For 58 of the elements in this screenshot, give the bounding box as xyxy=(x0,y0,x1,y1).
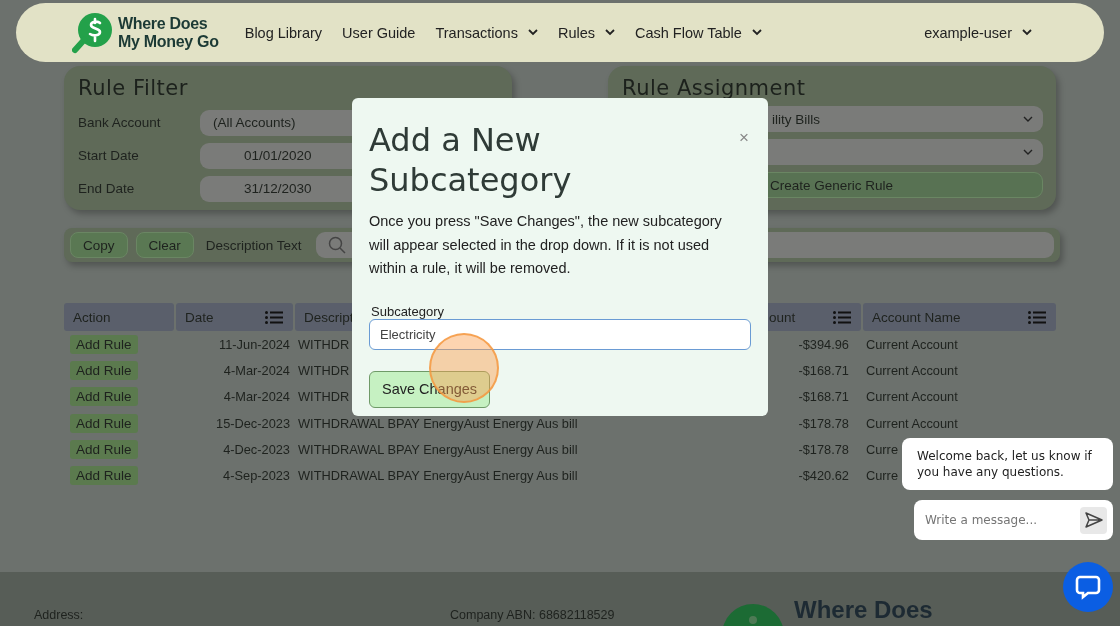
column-header[interactable]: Action xyxy=(64,303,174,331)
logo-text[interactable]: Where Does My Money Go xyxy=(118,14,219,51)
nav-link[interactable]: Blog Library xyxy=(244,24,323,41)
table-cell: 4-Sep-2023 xyxy=(223,468,290,484)
table-cell: 15-Dec-2023 xyxy=(216,415,290,431)
chat-input-field[interactable]: Write a message... xyxy=(914,500,1113,540)
table-cell: Current Account xyxy=(866,362,958,378)
add-rule-button[interactable]: Add Rule xyxy=(70,413,138,433)
nav-link[interactable]: Cash Flow Table xyxy=(635,24,762,41)
address-label: Address: xyxy=(34,608,85,622)
table-cell: 4-Mar-2024 xyxy=(223,389,290,405)
table-cell: WITHDR xyxy=(298,336,350,352)
table-cell: WITHDR xyxy=(298,389,350,405)
company-abn: Company ABN: 68682118529 xyxy=(450,608,616,622)
field-label: End Date xyxy=(78,181,136,196)
add-rule-button[interactable]: Add Rule xyxy=(70,387,138,407)
table-cell: WITHDRAWAL BPAY EnergyAust Energy Aus bill xyxy=(298,415,578,431)
table-cell: Current Account xyxy=(866,336,958,352)
column-header[interactable]: Account Name xyxy=(863,303,1056,331)
card-title: Rule Assignment xyxy=(622,76,807,100)
table-cell: -$168.71 xyxy=(798,362,849,378)
nav-link[interactable]: Rules xyxy=(557,24,615,41)
logo-text: Where Does xyxy=(794,598,933,622)
subcategory-field[interactable]: Electricity xyxy=(369,318,751,350)
table-cell: Current Account xyxy=(866,415,958,431)
nav-link[interactable]: Transactions xyxy=(435,24,538,41)
field-label: Bank Account xyxy=(78,115,162,130)
add-rule-button[interactable]: Add Rule xyxy=(70,439,138,459)
chat-message: Welcome back, let us know if you have any questions. xyxy=(902,438,1113,490)
table-cell: WITHDRAWAL BPAY EnergyAust Energy Aus bill xyxy=(298,441,578,457)
add-rule-button[interactable]: Add Rule xyxy=(70,360,138,380)
add-rule-button[interactable]: Add Rule xyxy=(70,466,138,486)
table-cell: -$394.96 xyxy=(798,336,849,352)
field-label: Description Text xyxy=(205,237,302,253)
table-cell: 4-Dec-2023 xyxy=(223,441,290,457)
table-cell: 11-Jun-2024 xyxy=(219,336,290,352)
table-cell: -$178.78 xyxy=(798,441,849,457)
table-cell: -$168.71 xyxy=(798,389,849,405)
table-cell: -$178.78 xyxy=(798,415,849,431)
user-menu[interactable]: example-user xyxy=(924,24,1032,41)
table-cell: Current Account xyxy=(866,389,958,405)
table-cell: -$420.62 xyxy=(798,468,849,484)
table-cell: Curre xyxy=(866,468,898,484)
save-changes-button[interactable]: Save Changes xyxy=(369,370,491,408)
card-title: Rule Filter xyxy=(78,76,189,100)
nav-link[interactable]: User Guide xyxy=(342,24,416,41)
modal-text: Once you press "Save Changes", the new subcategory will appear selected in the drop down. If it is not used within a rule, it will be removed. xyxy=(369,212,723,278)
table-cell: WITHDR xyxy=(298,362,350,378)
field-label: Start Date xyxy=(78,148,140,163)
message-field[interactable]: Write a message... xyxy=(923,512,1080,528)
add-rule-button[interactable]: Add Rule xyxy=(70,334,138,354)
table-cell: Curre xyxy=(866,441,898,457)
toolbar-button[interactable]: Clear xyxy=(135,232,194,258)
toolbar-button[interactable]: Copy xyxy=(70,232,128,258)
field-label: Subcategory xyxy=(370,303,445,319)
table-cell: 4-Mar-2024 xyxy=(223,362,290,378)
column-header[interactable]: Date xyxy=(176,303,293,331)
table-cell: WITHDRAWAL BPAY EnergyAust Energy Aus bill xyxy=(298,468,578,484)
